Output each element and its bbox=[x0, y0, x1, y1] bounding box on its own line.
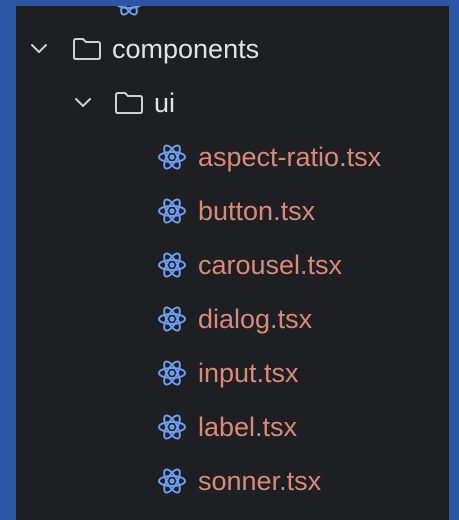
tree-row-file[interactable]: sonner.tsx bbox=[16, 454, 449, 508]
folder-label-components: components bbox=[112, 34, 260, 64]
react-icon bbox=[158, 198, 186, 224]
chevron-down-icon[interactable] bbox=[72, 92, 94, 114]
react-icon bbox=[158, 468, 186, 494]
react-icon bbox=[158, 252, 186, 278]
tree-row-components-folder[interactable]: components bbox=[16, 22, 449, 76]
tree-row-file[interactable]: dialog.tsx bbox=[16, 292, 449, 346]
tree-row-ui-folder[interactable]: ui bbox=[16, 76, 449, 130]
project-tree-panel: components ui aspect-ratio.tsx button.ts… bbox=[16, 6, 449, 520]
react-icon bbox=[158, 360, 186, 386]
file-label: label.tsx bbox=[198, 412, 298, 442]
folder-icon bbox=[73, 38, 101, 60]
react-icon bbox=[158, 144, 186, 170]
chevron-down-icon[interactable] bbox=[28, 38, 50, 60]
file-label: input.tsx bbox=[198, 358, 299, 388]
file-label: button.tsx bbox=[198, 196, 316, 226]
react-icon bbox=[158, 414, 186, 440]
file-label: carousel.tsx bbox=[198, 250, 343, 280]
folder-icon bbox=[115, 92, 143, 114]
tree-row-file[interactable]: label.tsx bbox=[16, 400, 449, 454]
tree-row-file[interactable]: button.tsx bbox=[16, 184, 449, 238]
react-icon bbox=[158, 306, 186, 332]
react-icon bbox=[116, 6, 142, 16]
file-label: sonner.tsx bbox=[198, 466, 322, 496]
tree-row-file[interactable]: carousel.tsx bbox=[16, 238, 449, 292]
file-label: aspect-ratio.tsx bbox=[198, 142, 382, 172]
tree-row-file[interactable]: input.tsx bbox=[16, 346, 449, 400]
file-label: dialog.tsx bbox=[198, 304, 313, 334]
tree-row-file[interactable]: aspect-ratio.tsx bbox=[16, 130, 449, 184]
folder-label-ui: ui bbox=[154, 88, 176, 118]
